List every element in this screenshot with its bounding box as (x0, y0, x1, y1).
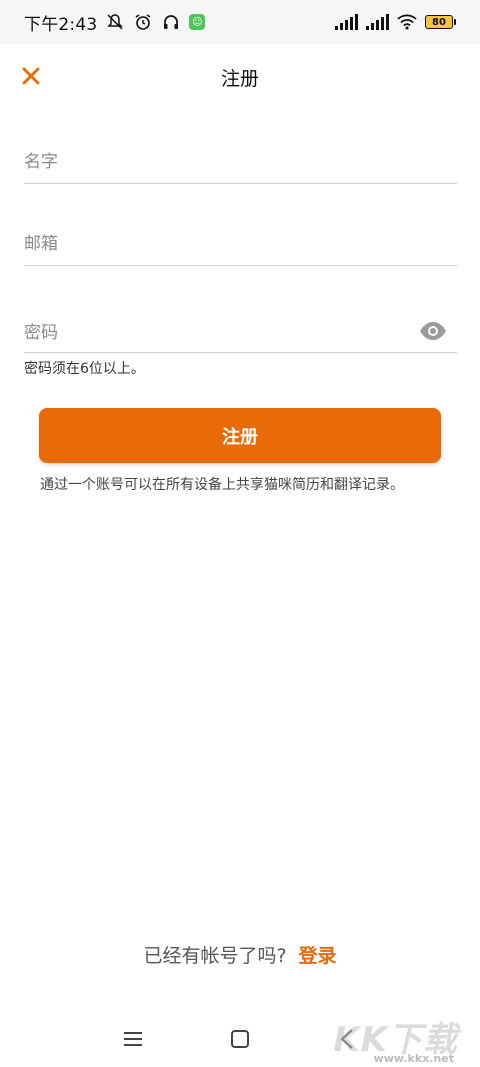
password-hint: 密码须在6位以上。 (24, 361, 145, 377)
menu-nav-button[interactable] (118, 1024, 148, 1054)
close-icon (22, 67, 40, 85)
header: 注册 (0, 44, 480, 110)
status-bar: 下午2:43 ☺ 80 (0, 0, 480, 44)
status-time: 下午2:43 (24, 14, 98, 35)
login-prompt: 已经有帐号了吗? 登录 (0, 941, 480, 968)
password-field-container (24, 313, 457, 353)
status-right: 80 (335, 12, 456, 32)
email-input[interactable] (24, 229, 457, 259)
status-left: 下午2:43 ☺ (24, 10, 206, 35)
name-input[interactable] (24, 147, 457, 177)
password-input[interactable] (24, 317, 404, 348)
battery-icon: 80 (425, 15, 456, 29)
home-nav-button[interactable] (225, 1024, 255, 1054)
page-title: 注册 (220, 67, 259, 90)
mute-bell-icon (105, 12, 125, 32)
home-square-icon (230, 1029, 249, 1048)
close-button[interactable] (18, 63, 44, 89)
wifi-icon (397, 12, 417, 32)
headphones-icon (161, 12, 181, 32)
register-button[interactable]: 注册 (39, 408, 441, 463)
name-field-container (24, 147, 457, 184)
watermark-url: www.kkx.net (373, 1052, 454, 1065)
alarm-icon (133, 12, 153, 32)
battery-level: 80 (425, 15, 453, 29)
login-link[interactable]: 登录 (299, 941, 337, 968)
signal-1-icon (335, 14, 358, 30)
signal-2-icon (366, 14, 389, 30)
email-field-container (24, 229, 457, 266)
login-question: 已经有帐号了吗? (143, 945, 287, 967)
menu-icon (124, 1031, 143, 1046)
app-notification-icon: ☺ (189, 14, 206, 30)
info-text: 通过一个账号可以在所有设备上共享猫咪简历和翻译记录。 (40, 477, 404, 493)
show-password-eye-icon[interactable] (419, 321, 447, 343)
